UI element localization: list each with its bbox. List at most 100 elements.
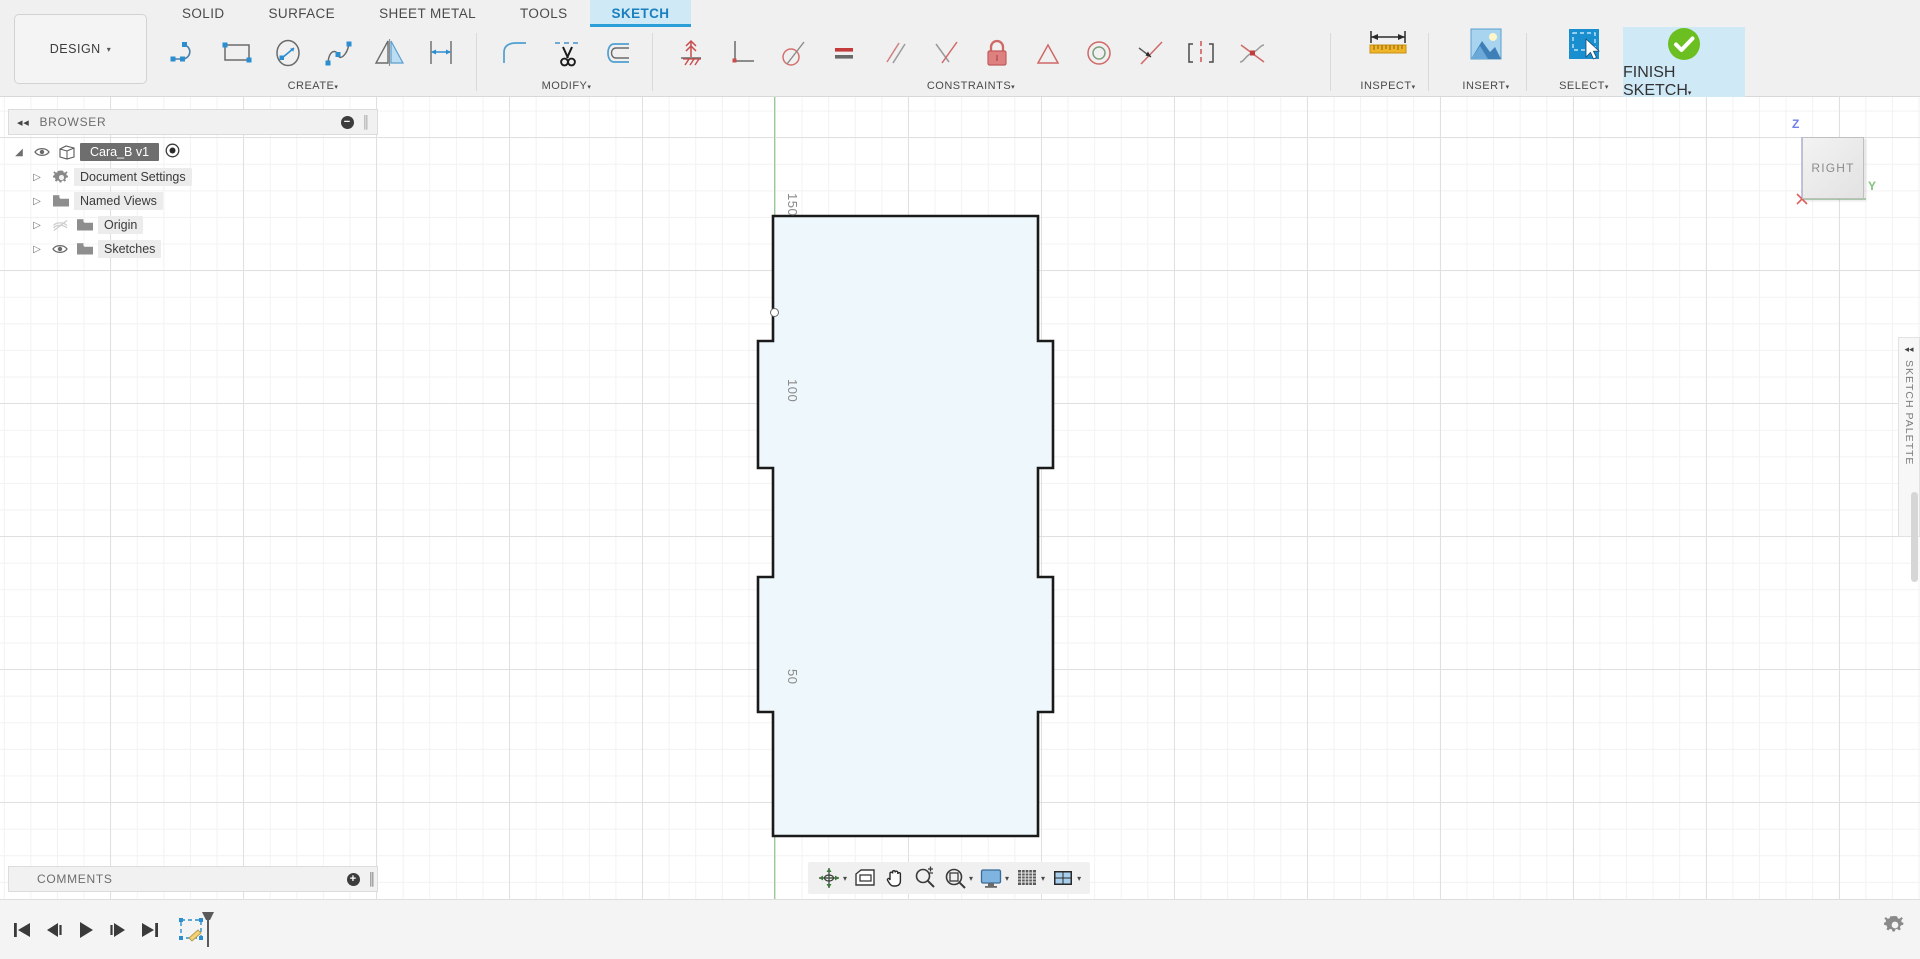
navigation-bar: ▾ ▾ ▾ ▾ ▾ — [808, 862, 1091, 894]
chevron-down-icon[interactable]: ▾ — [1005, 874, 1009, 883]
insert-image-tool[interactable] — [1446, 18, 1526, 88]
collapse-icon[interactable]: ◂◂ — [17, 116, 29, 129]
panel-inspect-label[interactable]: INSPECT▾ — [1360, 79, 1415, 95]
step-forward-button[interactable] — [102, 910, 134, 950]
panel-insert: INSERT▾ — [1446, 27, 1526, 97]
finish-sketch-button[interactable]: FINISH SKETCH▾ — [1623, 27, 1745, 99]
add-comment-icon[interactable]: + — [346, 872, 360, 886]
resize-grip[interactable]: ║ — [362, 115, 371, 129]
expand-arrow-icon[interactable]: ◢ — [8, 147, 30, 158]
line-tool[interactable] — [160, 27, 211, 79]
tree-item-named-views[interactable]: ▷ Named Views — [8, 189, 378, 213]
equal-constraint[interactable] — [818, 27, 869, 79]
ribbon-panels: CREATE▾ MODIFY▾ CONSTRAINTS▾ INSPECT▾ IN… — [160, 27, 1920, 99]
folder-icon — [48, 194, 74, 208]
comments-panel[interactable]: COMMENTS + ║ — [8, 866, 378, 892]
pan-hand-icon[interactable] — [880, 863, 910, 893]
collinear-constraint[interactable] — [1124, 27, 1175, 79]
offset-tool[interactable] — [415, 27, 466, 79]
tab-tools[interactable]: TOOLS — [498, 0, 590, 27]
panel-modify-label[interactable]: MODIFY▾ — [542, 79, 592, 95]
activate-component-radio[interactable] — [165, 143, 180, 161]
rectangle-tool[interactable] — [211, 27, 262, 79]
workspace-switcher[interactable]: DESIGN ▾ — [14, 14, 147, 84]
panel-inspect: INSPECT▾ — [1348, 27, 1428, 97]
expand-arrow-icon[interactable]: ▷ — [26, 172, 48, 183]
tangent-constraint[interactable] — [767, 27, 818, 79]
fix-unfix-constraint[interactable] — [971, 27, 1022, 79]
sketch-dimension-tool[interactable] — [665, 27, 716, 79]
sketch-palette-label: SKETCH PALETTE — [1903, 360, 1915, 466]
panel-constraints-label[interactable]: CONSTRAINTS▾ — [927, 79, 1015, 95]
resize-grip[interactable]: ║ — [368, 872, 377, 886]
parallel-constraint[interactable] — [869, 27, 920, 79]
minimize-icon[interactable]: − — [340, 115, 354, 129]
chevron-down-icon: ▾ — [1604, 84, 1609, 91]
sketch-vertex[interactable] — [770, 308, 779, 317]
expand-arrow-icon[interactable]: ▷ — [26, 244, 48, 255]
extend-tool[interactable] — [592, 27, 643, 79]
display-settings-icon[interactable]: ▾ — [976, 863, 1012, 893]
spline-tool[interactable] — [313, 27, 364, 79]
panel-divider — [1428, 33, 1429, 91]
select-tool[interactable] — [1544, 18, 1624, 88]
palette-scrollbar[interactable] — [1911, 492, 1918, 582]
panel-create-label[interactable]: CREATE▾ — [288, 79, 339, 95]
ribbon-tab-strip: SOLID SURFACE SHEET METAL TOOLS SKETCH — [160, 0, 692, 27]
view-cube-face-right[interactable]: RIGHT — [1802, 137, 1864, 199]
measure-tool[interactable] — [1348, 18, 1428, 88]
view-cube[interactable]: Z Y RIGHT — [1776, 115, 1896, 211]
concentric-constraint[interactable] — [1073, 27, 1124, 79]
go-to-beginning-button[interactable] — [6, 910, 38, 950]
chevron-down-icon[interactable]: ▾ — [969, 874, 973, 883]
trim-tool[interactable] — [541, 27, 592, 79]
gear-icon — [1883, 915, 1904, 932]
expand-arrow-icon[interactable]: ▷ — [26, 220, 48, 231]
tab-sheet-metal[interactable]: SHEET METAL — [357, 0, 498, 27]
visibility-eye-icon[interactable] — [48, 243, 72, 255]
timeline-settings-button[interactable] — [1883, 914, 1906, 941]
chevron-down-icon[interactable]: ▾ — [843, 874, 847, 883]
chevron-down-icon[interactable]: ▾ — [1041, 874, 1045, 883]
tab-sketch[interactable]: SKETCH — [589, 0, 692, 27]
orbit-icon[interactable]: ▾ — [814, 863, 850, 893]
browser-panel: ◂◂ BROWSER − ║ ◢ Cara_B v1 ▷ Document Se… — [8, 109, 378, 261]
tree-item-cara-b[interactable]: ◢ Cara_B v1 — [8, 139, 378, 165]
perpendicular-constraint[interactable] — [920, 27, 971, 79]
sketch-profile-outline[interactable] — [756, 214, 1055, 838]
midpoint-constraint[interactable] — [1022, 27, 1073, 79]
mirror-tool[interactable] — [364, 27, 415, 79]
fillet-tool[interactable] — [490, 27, 541, 79]
tab-solid[interactable]: SOLID — [160, 0, 247, 27]
look-at-icon[interactable] — [850, 863, 880, 893]
step-back-button[interactable] — [38, 910, 70, 950]
tree-item-origin[interactable]: ▷ Origin — [8, 213, 378, 237]
visibility-eye-off-icon[interactable] — [48, 219, 72, 232]
fusion-application-window: DESIGN ▾ SOLID SURFACE SHEET METAL TOOLS… — [0, 0, 1920, 959]
timeline-feature-sketch[interactable] — [178, 908, 218, 952]
play-button[interactable] — [70, 910, 102, 950]
tree-item-document-settings[interactable]: ▷ Document Settings — [8, 165, 378, 189]
zoom-icon[interactable] — [910, 863, 940, 893]
finish-sketch-label: FINISH SKETCH▾ — [1623, 64, 1692, 99]
expand-arrow-icon[interactable]: ▷ — [26, 196, 48, 207]
viewport-layout-icon[interactable]: ▾ — [1048, 863, 1084, 893]
collapse-icon[interactable]: ◂◂ — [1904, 344, 1913, 355]
tab-surface[interactable]: SURFACE — [247, 0, 358, 27]
zoom-window-icon[interactable]: ▾ — [940, 863, 976, 893]
chevron-down-icon: ▾ — [1505, 84, 1510, 91]
curvature-constraint[interactable] — [1226, 27, 1277, 79]
browser-header: ◂◂ BROWSER − ║ — [8, 109, 378, 135]
symmetry-constraint[interactable] — [1175, 27, 1226, 79]
circle-tool[interactable] — [262, 27, 313, 79]
visibility-eye-icon[interactable] — [30, 146, 54, 158]
panel-select-label[interactable]: SELECT▾ — [1559, 79, 1609, 95]
grid-settings-icon[interactable]: ▾ — [1012, 863, 1048, 893]
panel-insert-label[interactable]: INSERT▾ — [1462, 79, 1509, 95]
chevron-down-icon[interactable]: ▾ — [1077, 874, 1081, 883]
go-to-end-button[interactable] — [134, 910, 166, 950]
horizontal-vertical-constraint[interactable] — [716, 27, 767, 79]
browser-title: BROWSER — [39, 115, 107, 129]
gear-icon — [48, 169, 74, 186]
tree-item-sketches[interactable]: ▷ Sketches — [8, 237, 378, 261]
